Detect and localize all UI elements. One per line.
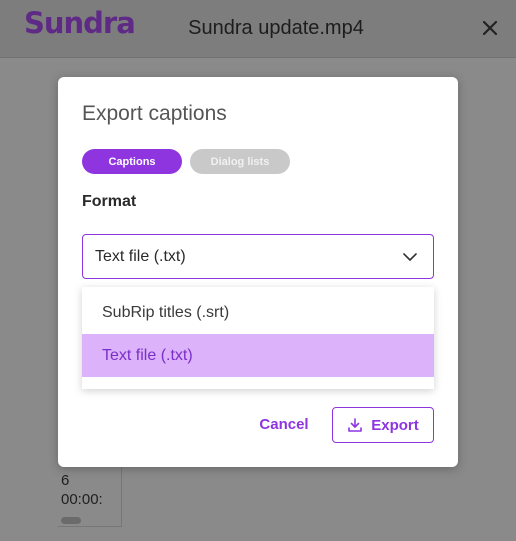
background-row-number: 6: [61, 472, 70, 489]
background-timestamp: 00:00:: [61, 491, 103, 508]
close-icon[interactable]: [478, 16, 502, 40]
format-select[interactable]: Text file (.txt): [82, 234, 434, 279]
cancel-button[interactable]: Cancel: [252, 407, 316, 441]
background-scroll-handle: [61, 517, 81, 524]
export-button[interactable]: Export: [332, 407, 434, 443]
tab-captions[interactable]: Captions: [82, 149, 182, 174]
app-header: Sundra Sundra update.mp4: [0, 0, 516, 58]
format-label: Format: [82, 193, 137, 210]
tab-dialog-lists[interactable]: Dialog lists: [190, 149, 290, 174]
download-icon: [348, 418, 363, 432]
chevron-down-icon: [403, 253, 417, 261]
dialog-title: Export captions: [82, 102, 227, 125]
export-captions-dialog: Export captions Captions Dialog lists Fo…: [58, 77, 458, 467]
format-dropdown-menu: SubRip titles (.srt) Text file (.txt): [82, 287, 434, 389]
export-button-label: Export: [371, 416, 419, 434]
file-title: Sundra update.mp4: [188, 17, 364, 39]
format-option-txt[interactable]: Text file (.txt): [82, 334, 434, 377]
format-select-value: Text file (.txt): [95, 247, 186, 265]
format-option-srt[interactable]: SubRip titles (.srt): [82, 291, 434, 334]
